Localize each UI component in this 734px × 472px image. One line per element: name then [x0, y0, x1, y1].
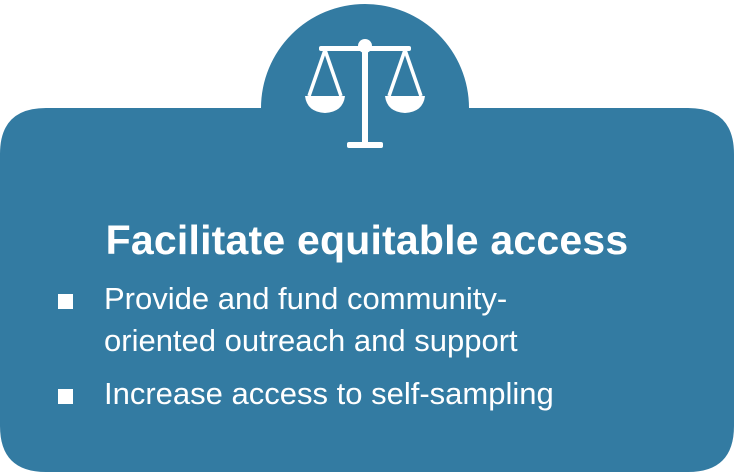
bullet-square-icon	[58, 294, 73, 309]
card-title: Facilitate equitable access	[105, 217, 629, 263]
card-content: Facilitate equitable access Provide and …	[0, 0, 734, 472]
list-item-line: oriented outreach and support	[104, 323, 518, 358]
card-canvas: Facilitate equitable access Provide and …	[0, 0, 734, 472]
bullet-square-icon	[58, 389, 73, 404]
list-item-line: Provide and fund community-	[104, 281, 508, 316]
list-item-line: Increase access to self-sampling	[104, 376, 554, 411]
